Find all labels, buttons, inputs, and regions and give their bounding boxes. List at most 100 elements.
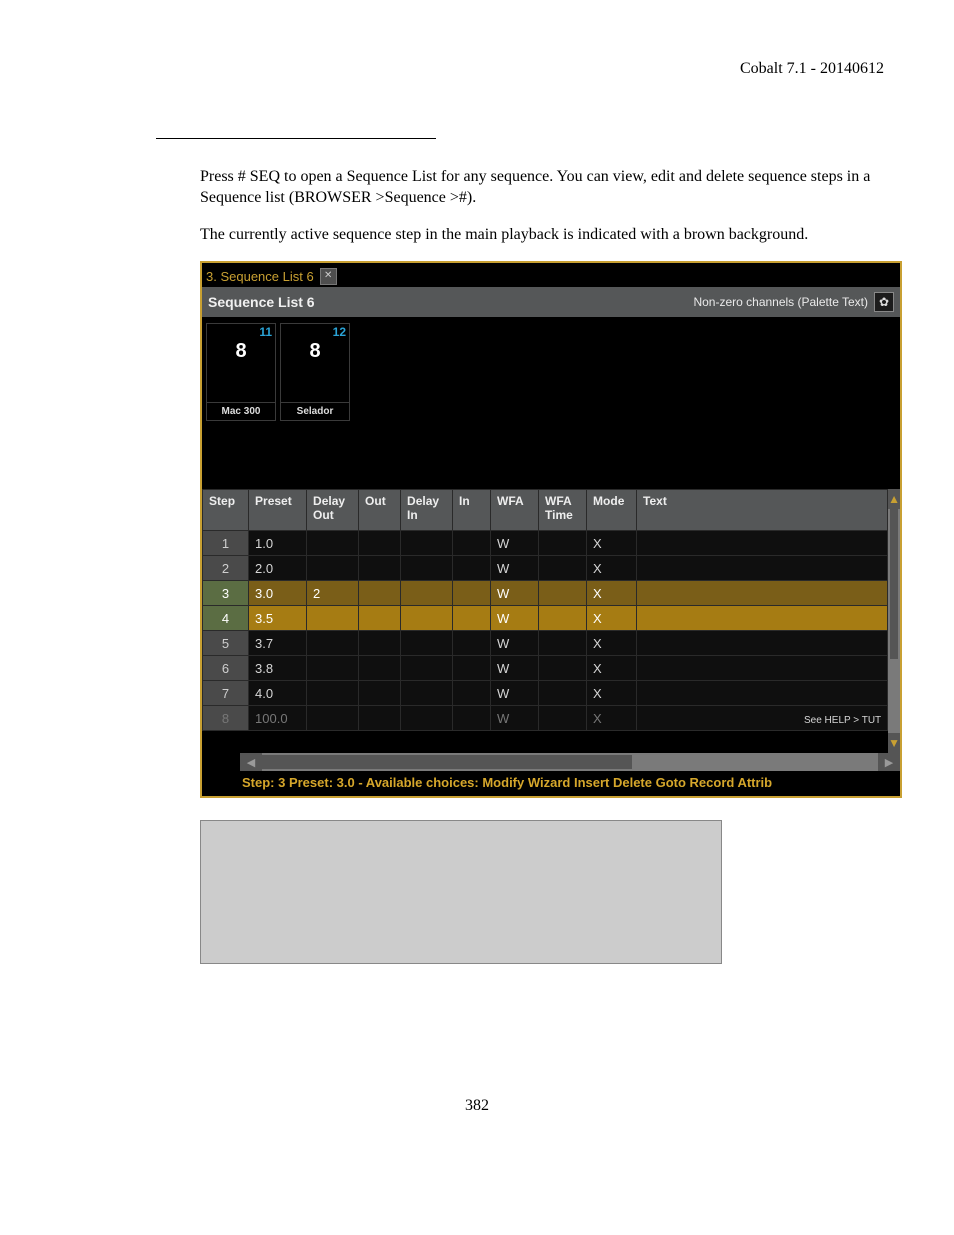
scroll-thumb[interactable] — [890, 509, 898, 659]
col-text[interactable]: Text — [637, 490, 888, 531]
cell-dout[interactable] — [307, 631, 359, 656]
cell-din[interactable] — [401, 706, 453, 731]
table-row[interactable]: 33.02WX — [203, 581, 888, 606]
cell-step[interactable]: 4 — [203, 606, 249, 631]
cell-text[interactable] — [637, 681, 888, 706]
cell-out[interactable] — [359, 606, 401, 631]
col-wfa-time[interactable]: WFA Time — [539, 490, 587, 531]
cell-wfa[interactable]: W — [491, 681, 539, 706]
cell-wfa[interactable]: W — [491, 706, 539, 731]
cell-din[interactable] — [401, 606, 453, 631]
cell-dout[interactable] — [307, 681, 359, 706]
tab-title[interactable]: 3. Sequence List 6 — [206, 269, 314, 284]
cell-out[interactable] — [359, 556, 401, 581]
cell-dout[interactable] — [307, 556, 359, 581]
cell-out[interactable] — [359, 581, 401, 606]
cell-dout[interactable] — [307, 656, 359, 681]
close-icon[interactable]: ✕ — [320, 268, 337, 285]
cell-wfat[interactable] — [539, 556, 587, 581]
table-row[interactable]: 74.0 W X — [203, 681, 888, 706]
table-row[interactable]: 22.0 W X — [203, 556, 888, 581]
scroll-track[interactable] — [888, 509, 900, 733]
cell-text[interactable] — [637, 631, 888, 656]
cell-out[interactable] — [359, 681, 401, 706]
cell-text[interactable] — [637, 531, 888, 556]
col-delay-in[interactable]: Delay In — [401, 490, 453, 531]
cell-preset[interactable]: 3.8 — [249, 656, 307, 681]
cell-preset[interactable]: 3.0 — [249, 581, 307, 606]
cell-din[interactable] — [401, 681, 453, 706]
cell-mode[interactable]: X — [587, 706, 637, 731]
cell-wfat[interactable] — [539, 581, 587, 606]
scroll-left-icon[interactable]: ◀ — [240, 753, 262, 771]
col-in[interactable]: In — [453, 490, 491, 531]
cell-in[interactable] — [453, 581, 491, 606]
col-out[interactable]: Out — [359, 490, 401, 531]
cell-in[interactable] — [453, 606, 491, 631]
cell-wfa[interactable]: W — [491, 631, 539, 656]
col-preset[interactable]: Preset — [249, 490, 307, 531]
cell-wfat[interactable] — [539, 681, 587, 706]
cell-step[interactable]: 1 — [203, 531, 249, 556]
table-row[interactable]: 53.7WX — [203, 631, 888, 656]
channel-tile[interactable]: 11 8 Mac 300 — [206, 323, 276, 421]
sequence-table[interactable]: Step Preset Delay Out Out Delay In In WF… — [202, 489, 888, 731]
cell-in[interactable] — [453, 681, 491, 706]
cell-mode[interactable]: X — [587, 606, 637, 631]
cell-wfa[interactable]: W — [491, 531, 539, 556]
cell-wfa[interactable]: W — [491, 656, 539, 681]
cell-preset[interactable]: 4.0 — [249, 681, 307, 706]
cell-in[interactable] — [453, 556, 491, 581]
cell-dout[interactable] — [307, 531, 359, 556]
gear-icon[interactable]: ✿ — [874, 292, 894, 312]
cell-step[interactable]: 6 — [203, 656, 249, 681]
cell-step[interactable]: 7 — [203, 681, 249, 706]
cell-preset[interactable]: 100.0 — [249, 706, 307, 731]
cell-text[interactable] — [637, 581, 888, 606]
cell-wfat[interactable] — [539, 531, 587, 556]
channel-tile[interactable]: 12 8 Selador — [280, 323, 350, 421]
cell-mode[interactable]: X — [587, 681, 637, 706]
sequence-grid[interactable]: Step Preset Delay Out Out Delay In In WF… — [202, 489, 888, 753]
cell-text[interactable] — [637, 606, 888, 631]
table-row[interactable]: 43.5WX — [203, 606, 888, 631]
cell-mode[interactable]: X — [587, 531, 637, 556]
vertical-scrollbar[interactable]: ▲ ▼ — [888, 489, 900, 753]
cell-in[interactable] — [453, 656, 491, 681]
cell-out[interactable] — [359, 706, 401, 731]
col-step[interactable]: Step — [203, 490, 249, 531]
cell-out[interactable] — [359, 656, 401, 681]
cell-in[interactable] — [453, 531, 491, 556]
scroll-down-icon[interactable]: ▼ — [888, 733, 900, 753]
cell-din[interactable] — [401, 556, 453, 581]
cell-din[interactable] — [401, 631, 453, 656]
cell-text[interactable]: See HELP > TUT — [637, 706, 888, 731]
cell-preset[interactable]: 1.0 — [249, 531, 307, 556]
cell-mode[interactable]: X — [587, 556, 637, 581]
cell-step[interactable]: 3 — [203, 581, 249, 606]
cell-wfat[interactable] — [539, 631, 587, 656]
cell-out[interactable] — [359, 631, 401, 656]
table-row[interactable]: 8100.0WXSee HELP > TUT — [203, 706, 888, 731]
cell-dout[interactable] — [307, 706, 359, 731]
table-row[interactable]: 63.8 W X — [203, 656, 888, 681]
cell-din[interactable] — [401, 581, 453, 606]
cell-text[interactable] — [637, 656, 888, 681]
cell-mode[interactable]: X — [587, 656, 637, 681]
cell-in[interactable] — [453, 706, 491, 731]
cell-wfa[interactable]: W — [491, 556, 539, 581]
cell-wfat[interactable] — [539, 606, 587, 631]
scroll-right-icon[interactable]: ▶ — [878, 753, 900, 771]
col-wfa[interactable]: WFA — [491, 490, 539, 531]
cell-preset[interactable]: 3.7 — [249, 631, 307, 656]
cell-preset[interactable]: 2.0 — [249, 556, 307, 581]
cell-in[interactable] — [453, 631, 491, 656]
table-row[interactable]: 11.0 W X — [203, 531, 888, 556]
cell-wfa[interactable]: W — [491, 581, 539, 606]
col-mode[interactable]: Mode — [587, 490, 637, 531]
cell-step[interactable]: 2 — [203, 556, 249, 581]
cell-wfat[interactable] — [539, 656, 587, 681]
horizontal-scrollbar[interactable]: ◀ ▶ — [202, 753, 900, 771]
cell-dout[interactable] — [307, 606, 359, 631]
cell-wfat[interactable] — [539, 706, 587, 731]
